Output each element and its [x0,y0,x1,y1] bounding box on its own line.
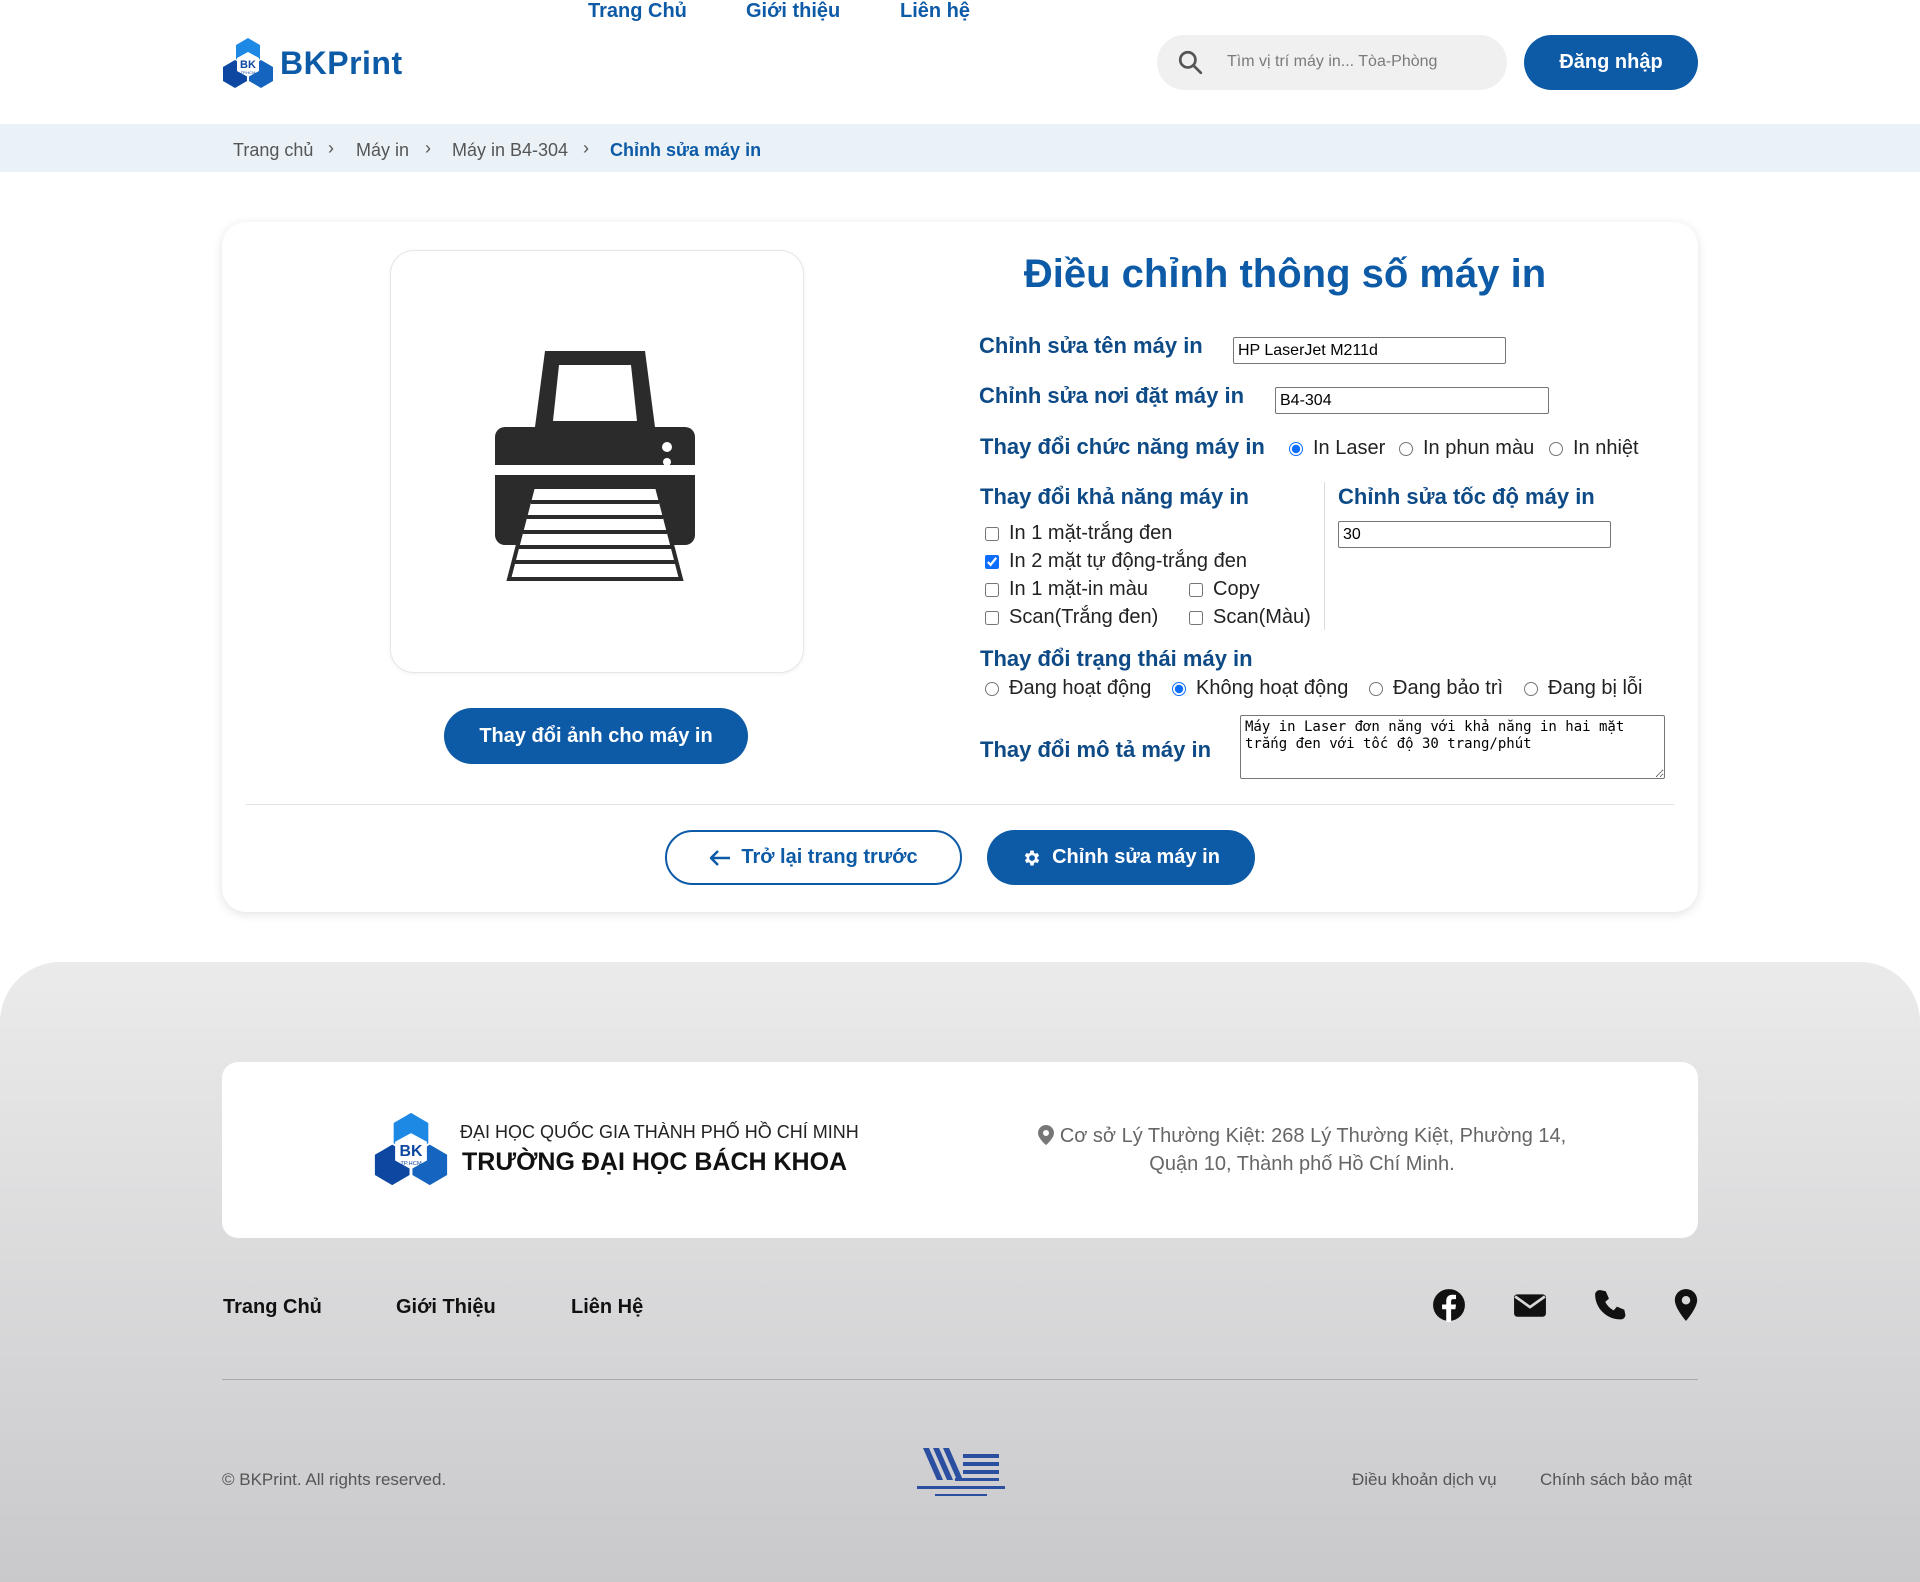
page-title: Điều chỉnh thông số máy in [1023,252,1547,296]
svg-text:TP.HCM: TP.HCM [400,1161,422,1167]
printer-location-input[interactable] [1275,387,1549,414]
breadcrumb-home[interactable]: Trang chủ [233,140,313,161]
svg-text:BK: BK [400,1143,423,1160]
chevron-right-icon: › [328,138,334,158]
footer: BK TP.HCM ĐẠI HỌC QUỐC GIA THÀNH PHỐ HỒ … [0,962,1920,1582]
university-parent-name: ĐẠI HỌC QUỐC GIA THÀNH PHỐ HỒ CHÍ MINH [460,1122,859,1142]
footer-link-home[interactable]: Trang Chủ [223,1296,322,1319]
arrow-left-icon [710,849,731,866]
university-name: TRƯỜNG ĐẠI HỌC BÁCH KHOA [462,1148,848,1176]
chevron-right-icon: › [425,138,431,158]
mail-icon[interactable] [1513,1288,1547,1322]
capability-option[interactable]: Copy [1189,578,1260,601]
capability-checkbox[interactable] [1189,582,1203,597]
printer-speed-input[interactable] [1338,521,1611,548]
printer-location-label: Chỉnh sửa nơi đặt máy in [979,383,1245,408]
printer-capability-label: Thay đổi khả năng máy in [980,484,1249,509]
nav-about[interactable]: Giới thiệu [746,0,840,23]
terms-link[interactable]: Điều khoản dịch vụ [1352,1470,1497,1490]
university-card: BK TP.HCM ĐẠI HỌC QUỐC GIA THÀNH PHỐ HỒ … [222,1062,1698,1238]
capability-option[interactable]: Scan(Trắng đen) [985,606,1158,629]
capability-checkbox[interactable] [985,526,999,541]
printer-description-textarea[interactable]: Máy in Laser đơn năng với khả năng in ha… [1240,715,1665,779]
status-option-error[interactable]: Đang bị lỗi [1524,677,1643,700]
printer-icon [495,351,695,581]
breadcrumb: Trang chủ › Máy in › Máy in B4-304 › Chỉ… [0,124,1920,172]
nav-home[interactable]: Trang Chủ [588,0,687,23]
footer-link-about[interactable]: Giới Thiệu [396,1296,496,1319]
function-option-thermal[interactable]: In nhiệt [1549,437,1639,460]
printer-speed-label: Chỉnh sửa tốc độ máy in [1338,484,1595,509]
printer-description-label: Thay đổi mô tả máy in [980,737,1212,762]
vnu-logo-icon [917,1448,1005,1496]
university-logo-icon: BK TP.HCM [374,1112,448,1186]
breadcrumb-printer-detail[interactable]: Máy in B4-304 [452,140,568,161]
svg-text:TP.HCM: TP.HCM [241,70,256,75]
copyright: © BKPrint. All rights reserved. [222,1470,447,1489]
location-pin-icon[interactable] [1669,1288,1703,1322]
status-error-radio[interactable] [1524,681,1538,696]
footer-divider [222,1379,1698,1380]
back-button[interactable]: Trở lại trang trước [665,830,962,885]
status-option-inactive[interactable]: Không hoạt động [1172,677,1348,700]
bk-logo-icon: BK TP.HCM [223,38,273,88]
footer-link-contact[interactable]: Liên Hệ [571,1296,643,1319]
printer-name-label: Chỉnh sửa tên máy in [979,333,1203,358]
printer-image-frame [390,250,804,673]
capability-checkbox[interactable] [1189,610,1203,625]
status-option-active[interactable]: Đang hoạt động [985,677,1151,700]
gear-icon [1024,850,1040,865]
chevron-right-icon: › [583,138,589,158]
status-option-maintenance[interactable]: Đang bảo trì [1369,677,1503,700]
change-image-button[interactable]: Thay đổi ảnh cho máy in [444,708,748,764]
printer-status-label: Thay đổi trạng thái máy in [980,646,1253,671]
brand-logo[interactable]: BK TP.HCM BKPrint [222,36,403,90]
location-pin-icon [1037,1125,1054,1145]
capability-checkbox[interactable] [985,554,999,569]
privacy-link[interactable]: Chính sách bảo mật [1540,1470,1692,1490]
function-option-inkjet[interactable]: In phun màu [1399,437,1534,460]
submit-edit-button[interactable]: Chỉnh sửa máy in [987,830,1255,885]
back-button-label: Trở lại trang trước [741,846,918,868]
divider [246,804,1674,805]
function-inkjet-radio[interactable] [1399,441,1413,456]
printer-function-label: Thay đổi chức năng máy in [980,434,1265,459]
login-button[interactable]: Đăng nhập [1524,35,1698,90]
search-input[interactable] [1227,47,1487,77]
address: Cơ sở Lý Thường Kiệt: 268 Lý Thường Kiệt… [1022,1122,1582,1178]
edit-printer-card: Thay đổi ảnh cho máy in Điều chỉnh thông… [222,222,1698,912]
status-active-radio[interactable] [985,681,999,696]
function-option-laser[interactable]: In Laser [1289,437,1385,460]
submit-edit-label: Chỉnh sửa máy in [1052,846,1220,868]
function-thermal-radio[interactable] [1549,441,1563,456]
nav-contact[interactable]: Liên hệ [900,0,970,23]
status-maintenance-radio[interactable] [1369,681,1383,696]
capability-option[interactable]: In 1 mặt-in màu [985,578,1148,601]
breadcrumb-current: Chỉnh sửa máy in [610,140,762,160]
printer-name-input[interactable] [1233,337,1506,364]
header: BK TP.HCM BKPrint Trang Chủ Giới thiệu L… [0,0,1920,124]
column-divider [1324,482,1325,630]
search-bar [1157,35,1507,90]
capability-option[interactable]: Scan(Màu) [1189,606,1311,629]
address-text: Cơ sở Lý Thường Kiệt: 268 Lý Thường Kiệt… [1059,1125,1567,1175]
capability-option[interactable]: In 1 mặt-trắng đen [985,522,1172,545]
capability-checkbox[interactable] [985,610,999,625]
function-laser-radio[interactable] [1289,441,1303,456]
breadcrumb-printers[interactable]: Máy in [356,140,409,161]
capability-option[interactable]: In 2 mặt tự động-trắng đen [985,550,1247,573]
capability-checkbox[interactable] [985,582,999,597]
search-icon[interactable] [1177,49,1203,75]
brand-name: BKPrint [280,44,403,81]
facebook-icon[interactable] [1432,1288,1466,1322]
status-inactive-radio[interactable] [1172,681,1186,696]
phone-icon[interactable] [1593,1288,1627,1322]
